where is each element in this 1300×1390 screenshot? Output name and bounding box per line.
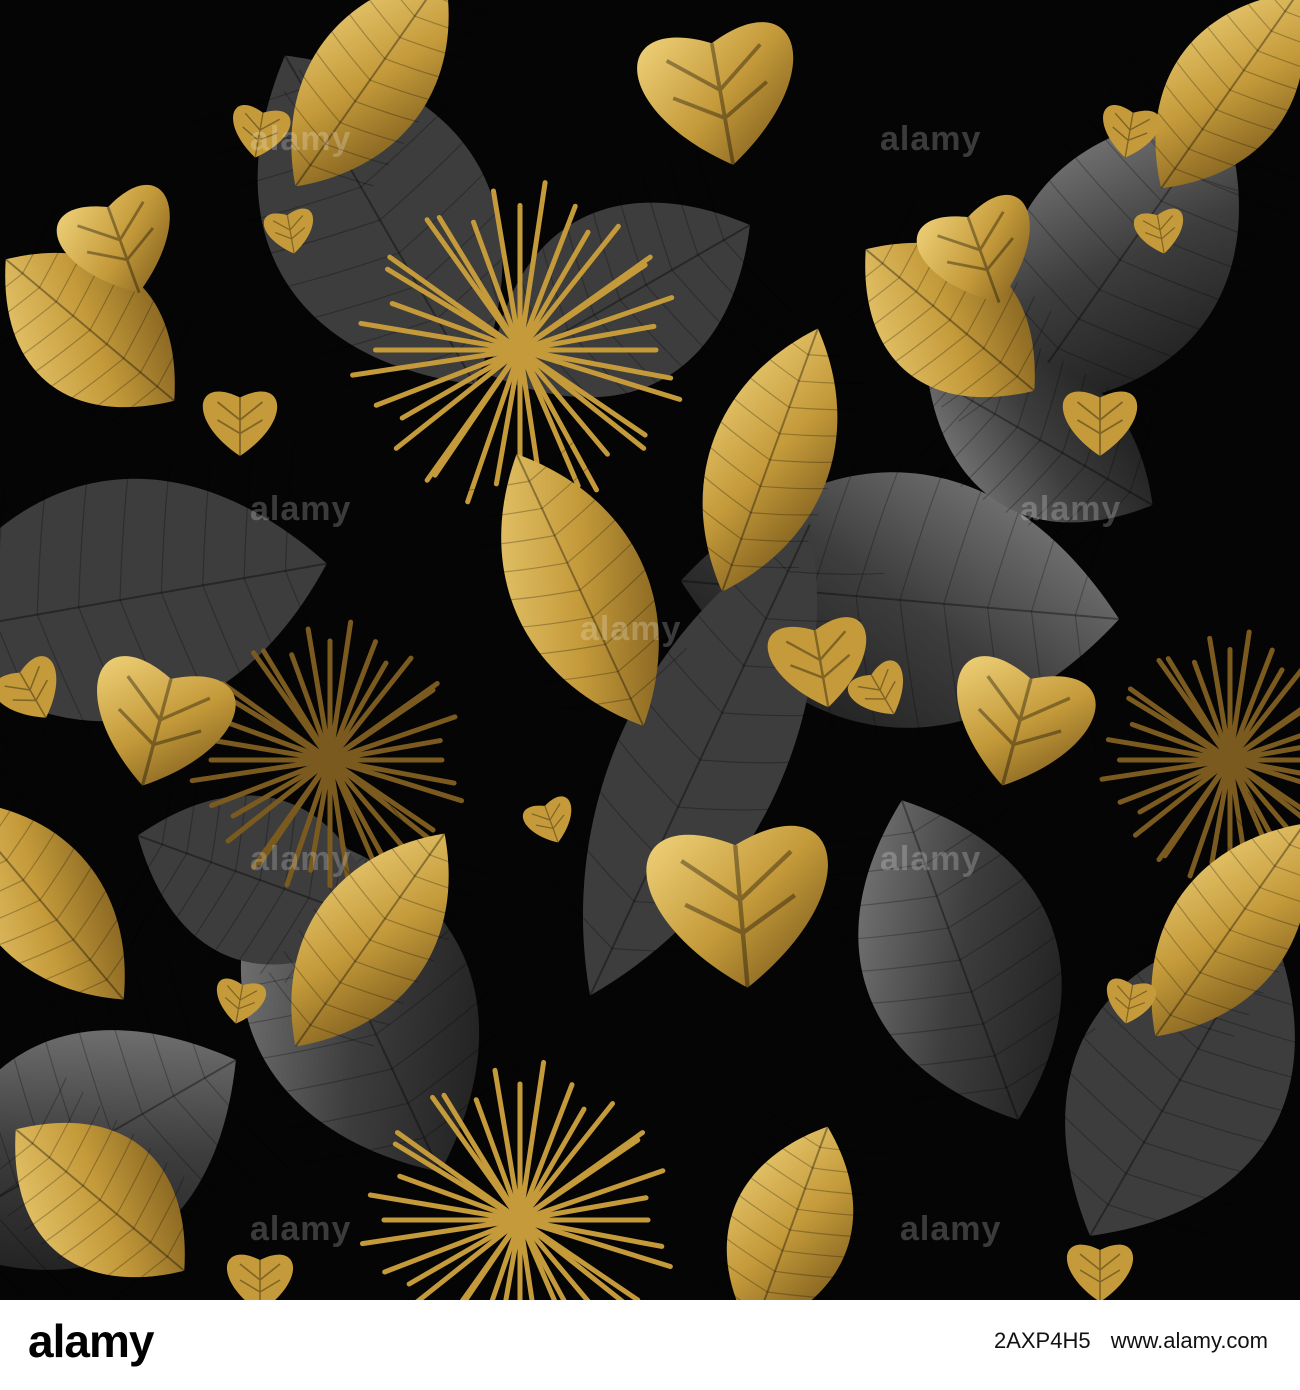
tropical-leaves-illustration [0, 0, 1300, 1300]
footer-meta: 2AXP4H5 www.alamy.com [980, 1328, 1268, 1354]
monstera-leaf [637, 22, 794, 166]
heart-leaf [202, 391, 278, 457]
pattern-artwork: alamy alamy alamy alamy alamy alamy alam… [0, 0, 1300, 1300]
stock-photo-footer: alamy 2AXP4H5 www.alamy.com [0, 1300, 1300, 1390]
gold-leaf [0, 763, 144, 1007]
gold-leaf [705, 1109, 886, 1300]
site-url: www.alamy.com [1110, 1328, 1268, 1353]
alamy-logo: alamy [28, 1315, 154, 1367]
heart-leaf [522, 796, 572, 843]
monstera-leaf [646, 825, 828, 988]
heart-leaf [1066, 1244, 1134, 1300]
heart-leaf [226, 1254, 294, 1300]
image-id: 2AXP4H5 [993, 1328, 1091, 1353]
